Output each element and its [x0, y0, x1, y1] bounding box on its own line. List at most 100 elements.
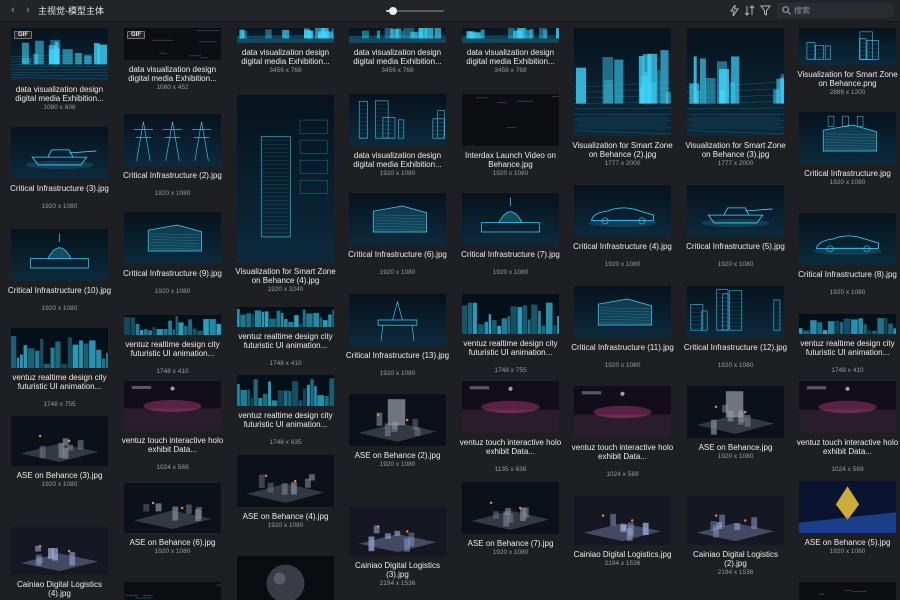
thumbnail-caption: Critical Infrastructure (4).jpg [573, 242, 672, 251]
thumbnail-image[interactable] [462, 482, 559, 534]
thumbnail-image[interactable] [799, 381, 896, 433]
thumbnail-caption: Visualization for Smart Zone on Behance … [685, 141, 786, 159]
zoom-slider-handle[interactable] [388, 7, 397, 15]
image-dimensions: 1024 x 569 [156, 464, 189, 471]
thumbnail-caption: Visualization for Smart Zone on Behance … [235, 267, 336, 285]
thumbnail-image[interactable] [237, 307, 334, 327]
thumbnail-image[interactable] [124, 483, 221, 533]
lightning-icon[interactable] [727, 3, 741, 17]
thumbnail-caption: Critical Infrastructure (3).jpg [10, 184, 109, 193]
thumbnail-image[interactable] [237, 455, 334, 507]
sort-icon[interactable] [742, 3, 756, 17]
thumbnail-image[interactable] [124, 582, 221, 600]
thumbnail-image[interactable] [237, 375, 334, 406]
image-dimensions: 1920 x 1080 [829, 289, 866, 296]
thumbnail-image[interactable] [124, 114, 221, 166]
gif-badge: GIF [127, 31, 145, 39]
thumbnail-caption: Visualization for Smart Zone on Behance.… [797, 70, 898, 88]
thumbnail-caption: ventuz touch interactive holo exhibit Da… [571, 443, 674, 461]
thumbnail-image[interactable] [574, 28, 671, 136]
search-input[interactable] [794, 4, 890, 17]
image-dimensions: 1920 x 1080 [604, 261, 641, 268]
image-dimensions: 1920 x 1080 [379, 170, 416, 177]
filter-icon[interactable] [758, 3, 772, 17]
thumbnail-caption: ASE on Behance (3).jpg [16, 471, 103, 480]
thumbnail-image[interactable] [349, 507, 446, 556]
thumbnail-image[interactable] [124, 315, 221, 335]
thumbnail-image[interactable] [11, 127, 108, 179]
thumbnail-image[interactable] [687, 28, 784, 136]
thumbnail-image[interactable] [124, 381, 221, 431]
thumbnail-image[interactable] [462, 294, 559, 334]
thumbnail-image[interactable] [237, 95, 334, 262]
thumbnail-image[interactable] [574, 286, 671, 338]
image-dimensions: 1080 x 606 [43, 104, 76, 111]
image-dimensions: 3456 x 768 [494, 67, 527, 74]
thumbnail-caption: ASE on Behance (5).jpg [804, 538, 891, 547]
thumbnail-image[interactable] [462, 28, 559, 43]
thumbnail-caption: ventuz touch interactive holo exhibit Da… [121, 436, 224, 454]
thumbnail-image[interactable] [11, 328, 108, 368]
image-dimensions: 1920 x 3240 [267, 286, 304, 293]
thumbnail-image[interactable] [11, 416, 108, 466]
thumbnail-image[interactable] [687, 185, 784, 237]
thumbnail-image[interactable] [124, 212, 221, 264]
search-icon [782, 6, 791, 15]
image-dimensions: 2194 x 1536 [604, 560, 641, 567]
thumbnail-caption: ventuz realtime design city futuristic U… [463, 339, 558, 357]
thumbnail-caption: Critical Infrastructure (9).jpg [123, 269, 222, 278]
thumbnail-image[interactable] [799, 112, 896, 164]
thumbnail-caption: data visualization design digital media … [353, 151, 442, 169]
thumbnail-caption: ASE on Behance (2).jpg [354, 451, 441, 460]
image-dimensions: 1920 x 1080 [717, 261, 754, 268]
thumbnail-image[interactable] [237, 28, 334, 43]
thumbnail-caption: Cainiao Digital Logistics.jpg [573, 550, 672, 559]
thumbnail-caption: Critical Infrastructure (11).jpg [571, 343, 674, 352]
thumbnail-image[interactable] [462, 193, 559, 245]
thumbnail-caption: Critical Infrastructure (12).jpg [683, 343, 788, 352]
thumbnail-image[interactable] [462, 381, 559, 433]
image-dimensions: 1748 x 410 [269, 360, 302, 367]
image-dimensions: 1920 x 1080 [41, 203, 78, 210]
thumbnail-image[interactable] [687, 386, 784, 438]
thumbnail-caption: Interdax Launch Video on Behance.jpg [464, 151, 557, 169]
thumbnail-image[interactable] [349, 394, 446, 446]
image-dimensions: 1920 x 1080 [492, 269, 529, 276]
breadcrumb[interactable]: 主视觉-模型主体 [38, 4, 104, 17]
thumbnail-image[interactable] [687, 496, 784, 545]
image-dimensions: 1748 x 410 [831, 367, 864, 374]
thumbnail-image[interactable] [349, 193, 446, 245]
thumbnail-image[interactable] [11, 229, 108, 281]
image-dimensions: 1920 x 1080 [379, 370, 416, 377]
thumbnail-image[interactable]: GIF [124, 28, 221, 60]
image-dimensions: 1748 x 755 [43, 401, 76, 408]
thumbnail-image[interactable] [799, 314, 896, 334]
thumbnail-image[interactable] [799, 213, 896, 265]
thumbnail-caption: ventuz touch interactive holo exhibit Da… [459, 438, 562, 456]
thumbnail-image[interactable] [349, 28, 446, 43]
thumbnail-image[interactable] [799, 28, 896, 65]
image-dimensions: 1748 x 410 [156, 368, 189, 375]
search-box[interactable] [777, 3, 893, 18]
thumbnail-image[interactable] [574, 386, 671, 438]
thumbnail-image[interactable] [574, 185, 671, 237]
image-dimensions: 1777 x 2000 [604, 160, 641, 167]
image-dimensions: 1920 x 1080 [41, 481, 78, 488]
thumbnail-image[interactable] [687, 286, 784, 338]
thumbnail-image[interactable] [237, 556, 334, 600]
thumbnail-image[interactable] [349, 294, 446, 346]
gif-badge: GIF [14, 31, 32, 39]
thumbnail-caption: Critical Infrastructure.jpg [804, 169, 891, 178]
back-icon[interactable]: ‹ [6, 3, 20, 17]
thumbnail-image[interactable] [574, 496, 671, 545]
thumbnail-caption: Critical Infrastructure (2).jpg [123, 171, 222, 180]
image-dimensions: 2886 x 1200 [829, 89, 866, 96]
thumbnail-caption: Cainiao Digital Logistics (3).jpg [355, 561, 440, 579]
thumbnail-image[interactable] [799, 481, 896, 533]
thumbnail-image[interactable] [349, 94, 446, 146]
forward-icon[interactable]: › [21, 3, 35, 17]
thumbnail-image[interactable] [799, 582, 896, 600]
thumbnail-image[interactable]: GIF [11, 28, 108, 80]
thumbnail-image[interactable] [462, 94, 559, 146]
thumbnail-image[interactable] [11, 527, 108, 575]
